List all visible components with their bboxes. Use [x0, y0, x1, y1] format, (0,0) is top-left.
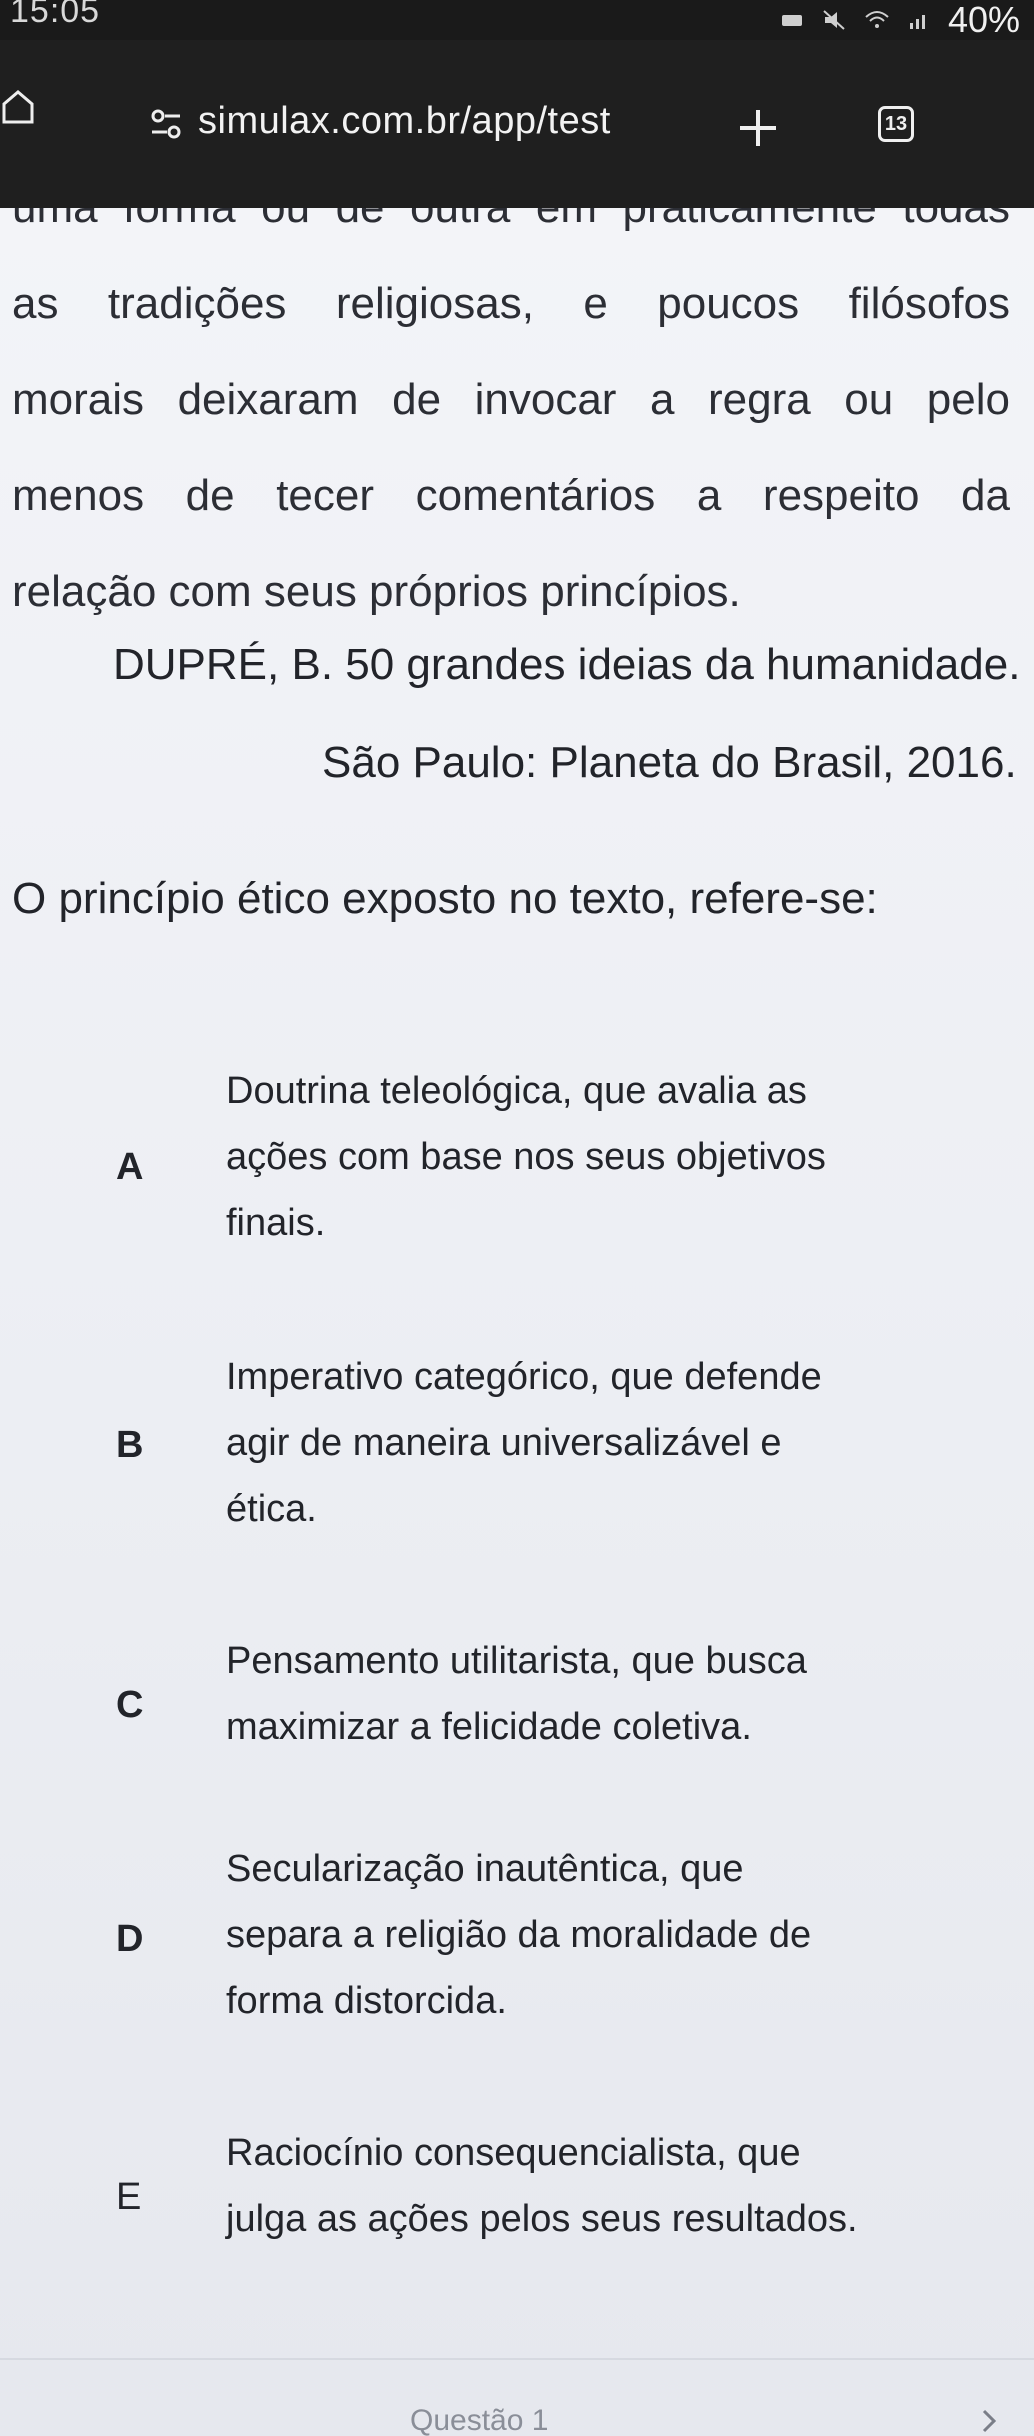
option-line: finais.: [226, 1202, 326, 1244]
url-field[interactable]: simulax.com.br/app/test: [198, 100, 611, 143]
question-page: uma forma ou de outra em praticamente to…: [0, 208, 1034, 2436]
option-text: Doutrina teleológica, que avalia as açõe…: [226, 1058, 1016, 1256]
passage-line: morais deixaram de invocar a regra ou pe…: [12, 375, 1010, 424]
tune-icon[interactable]: [150, 108, 182, 142]
option-e[interactable]: E Raciocínio consequencialista, que julg…: [0, 2120, 1034, 2280]
option-line: separa a religião da moralidade de: [226, 1914, 812, 1956]
status-time: 15:05: [10, 0, 101, 30]
option-text: Pensamento utilitarista, que busca maxim…: [226, 1628, 1016, 1760]
passage-line: menos de tecer comentários a respeito da: [12, 471, 1010, 520]
status-icons: 40%: [780, 0, 1020, 40]
citation-publisher: São Paulo: Planeta do Brasil, 2016.: [322, 738, 1017, 787]
question-prompt: O princípio ético exposto no texto, refe…: [12, 874, 878, 923]
passage-line: uma forma ou de outra em praticamente to…: [12, 208, 1010, 256]
option-letter: D: [116, 1918, 144, 1960]
citation-author: DUPRÉ, B. 50 grandes ideias da humanidad…: [113, 640, 1021, 689]
option-line: forma distorcida.: [226, 1980, 507, 2022]
option-line: Doutrina teleológica, que avalia as: [226, 1070, 807, 1112]
chevron-right-icon[interactable]: [978, 2406, 1000, 2436]
option-line: Raciocínio consequencialista, que: [226, 2132, 801, 2174]
battery-level: 40%: [947, 0, 1020, 40]
option-line: Secularização inautêntica, que: [226, 1848, 744, 1890]
option-letter: A: [116, 1146, 144, 1188]
option-text: Imperativo categórico, que defende agir …: [226, 1344, 1016, 1542]
browser-toolbar: simulax.com.br/app/test 13: [0, 40, 1034, 208]
option-text: Secularização inautêntica, que separa a …: [226, 1836, 1016, 2034]
plus-icon[interactable]: [736, 106, 780, 150]
option-line: maximizar a felicidade coletiva.: [226, 1706, 752, 1748]
signal-icon: [909, 15, 925, 29]
option-c[interactable]: C Pensamento utilitarista, que busca max…: [0, 1628, 1034, 1788]
option-d[interactable]: D Secularização inautêntica, que separa …: [0, 1836, 1034, 2056]
option-line: agir de maneira universalizável e: [226, 1422, 782, 1464]
option-text: Raciocínio consequencialista, que julga …: [226, 2120, 1016, 2252]
vpn-key-icon: [781, 15, 802, 26]
question-nav-label[interactable]: Questão 1: [410, 2404, 548, 2436]
tab-switcher-button[interactable]: 13: [878, 106, 914, 142]
passage-text: uma forma ou de outra em praticamente to…: [12, 208, 1010, 640]
option-letter: E: [116, 2176, 142, 2218]
option-line: ações com base nos seus objetivos: [226, 1136, 826, 1178]
footer-divider: [0, 2358, 1034, 2360]
passage-line: as tradições religiosas, e poucos filóso…: [12, 279, 1010, 328]
option-line: Pensamento utilitarista, que busca: [226, 1640, 807, 1682]
overflow-menu-icon[interactable]: [1024, 108, 1034, 148]
status-bar: 15:05 40%: [0, 0, 1034, 40]
mute-icon: [823, 10, 845, 30]
wifi-icon: [865, 11, 889, 28]
option-letter: B: [116, 1424, 144, 1466]
option-letter: C: [116, 1684, 144, 1726]
option-a[interactable]: A Doutrina teleológica, que avalia as aç…: [0, 1058, 1034, 1308]
option-line: julga as ações pelos seus resultados.: [226, 2198, 858, 2240]
option-line: ética.: [226, 1488, 317, 1530]
option-b[interactable]: B Imperativo categórico, que defende agi…: [0, 1344, 1034, 1564]
option-line: Imperativo categórico, que defende: [226, 1356, 822, 1398]
passage-line: relação com seus próprios princípios.: [12, 567, 741, 616]
home-icon[interactable]: [0, 86, 36, 126]
